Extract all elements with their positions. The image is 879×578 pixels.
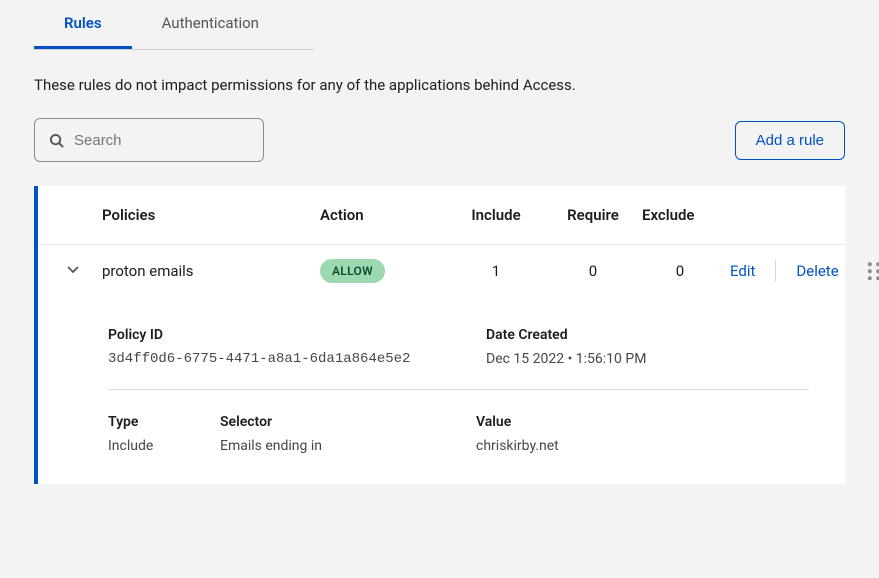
table-header: Policies Action Include Require Exclude bbox=[38, 186, 845, 244]
delete-button[interactable]: Delete bbox=[784, 262, 850, 280]
tab-authentication[interactable]: Authentication bbox=[132, 0, 289, 49]
edit-button[interactable]: Edit bbox=[718, 262, 767, 280]
policy-details: Policy ID 3d4ff0d6-6775-4471-a8a1-6da1a8… bbox=[38, 297, 845, 484]
drag-handle-icon[interactable] bbox=[867, 262, 879, 280]
exclude-count: 0 bbox=[642, 262, 718, 280]
divider bbox=[775, 260, 776, 282]
divider bbox=[108, 389, 809, 390]
policy-id-value: 3d4ff0d6-6775-4471-a8a1-6da1a864e5e2 bbox=[108, 351, 476, 367]
chevron-down-icon[interactable] bbox=[66, 262, 80, 276]
include-count: 1 bbox=[448, 262, 544, 280]
selector-value: Emails ending in bbox=[220, 438, 476, 454]
tabs: Rules Authentication bbox=[34, 0, 314, 50]
table-row: proton emails ALLOW 1 0 0 Edit Delete bbox=[38, 244, 845, 297]
search-input[interactable] bbox=[74, 132, 249, 149]
toolbar: Add a rule bbox=[34, 118, 845, 162]
search-input-wrapper[interactable] bbox=[34, 118, 264, 162]
column-header-exclude: Exclude bbox=[642, 206, 718, 224]
date-created-label: Date Created bbox=[486, 327, 809, 343]
type-label: Type bbox=[108, 414, 220, 430]
require-count: 0 bbox=[544, 262, 642, 280]
policy-id-label: Policy ID bbox=[108, 327, 476, 343]
description-text: These rules do not impact permissions fo… bbox=[34, 76, 845, 94]
add-rule-button[interactable]: Add a rule bbox=[735, 121, 845, 160]
value-label: Value bbox=[476, 414, 809, 430]
column-header-policies: Policies bbox=[102, 206, 320, 224]
column-header-require: Require bbox=[544, 206, 642, 224]
policy-name: proton emails bbox=[102, 262, 320, 280]
search-icon bbox=[49, 133, 64, 148]
action-badge: ALLOW bbox=[320, 259, 385, 283]
column-header-action: Action bbox=[320, 206, 448, 224]
tab-rules[interactable]: Rules bbox=[34, 0, 132, 49]
column-header-include: Include bbox=[448, 206, 544, 224]
value-value: chriskirby.net bbox=[476, 438, 809, 454]
type-value: Include bbox=[108, 438, 220, 454]
rules-table: Policies Action Include Require Exclude … bbox=[34, 186, 845, 484]
date-created-value: Dec 15 2022 • 1:56:10 PM bbox=[486, 351, 809, 367]
selector-label: Selector bbox=[220, 414, 476, 430]
